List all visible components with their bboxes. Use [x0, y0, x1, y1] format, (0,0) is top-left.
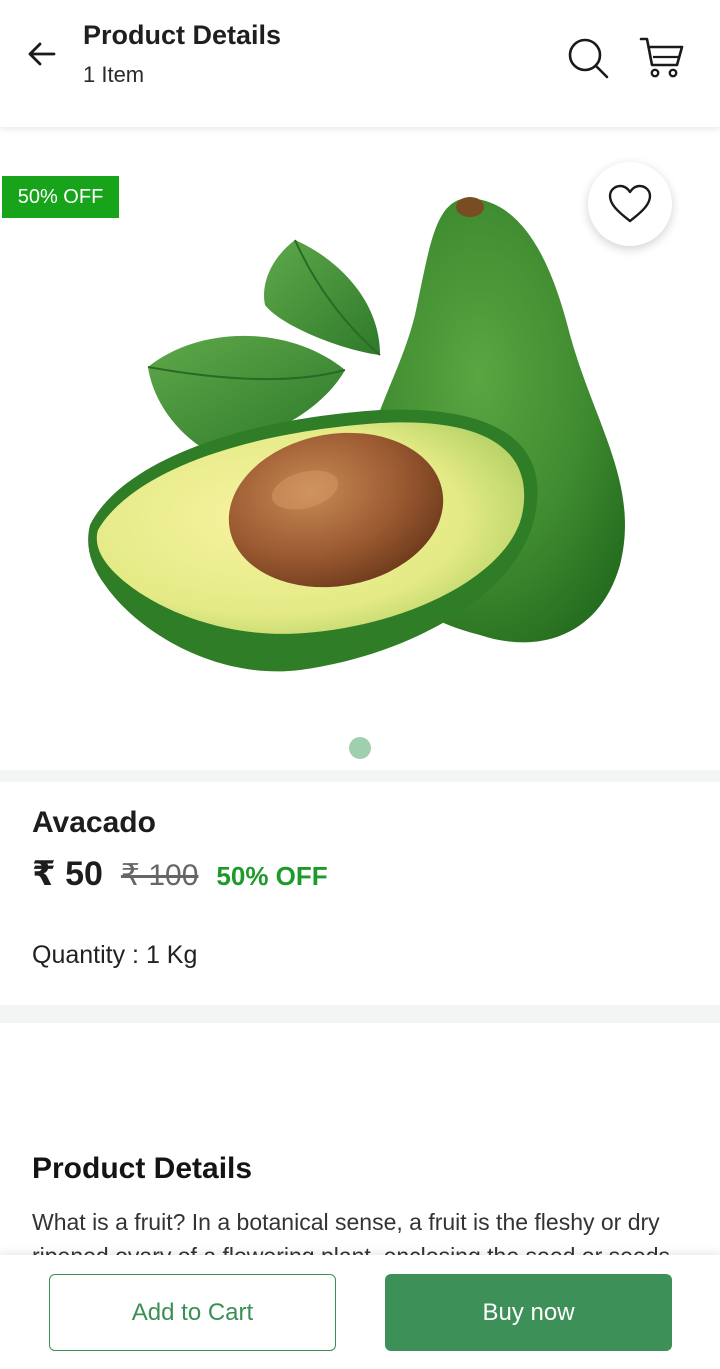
original-price: ₹ 100	[120, 859, 199, 892]
section-divider	[0, 1005, 720, 1023]
product-gallery[interactable]: 50% OFF	[0, 130, 720, 770]
details-heading: Product Details	[32, 1152, 253, 1185]
discount-label: 50% OFF	[216, 861, 328, 891]
bottom-action-bar: Add to Cart Buy now	[0, 1255, 720, 1369]
wishlist-button[interactable]	[588, 162, 672, 246]
app-header: Product Details 1 Item	[0, 0, 720, 127]
back-button[interactable]	[22, 34, 62, 74]
heart-icon	[608, 184, 652, 223]
details-description: What is a fruit? In a botanical sense, a…	[32, 1209, 677, 1257]
cart-icon	[639, 37, 684, 78]
page-title: Product Details	[83, 20, 282, 50]
add-to-cart-button[interactable]: Add to Cart	[49, 1274, 336, 1351]
search-icon	[568, 38, 609, 79]
cart-button[interactable]	[638, 34, 686, 82]
price-row: ₹ 50 ₹ 100 50% OFF	[32, 854, 328, 894]
section-divider	[0, 770, 720, 782]
item-count: 1 Item	[83, 62, 145, 87]
quantity-label: Quantity : 1 Kg	[32, 941, 198, 969]
back-arrow-icon	[28, 42, 56, 66]
product-name: Avacado	[32, 806, 156, 839]
selling-price: ₹ 50	[32, 855, 103, 893]
carousel-indicator-dot[interactable]	[349, 737, 371, 759]
product-image	[88, 197, 625, 672]
search-button[interactable]	[564, 34, 612, 82]
buy-now-button[interactable]: Buy now	[385, 1274, 672, 1351]
